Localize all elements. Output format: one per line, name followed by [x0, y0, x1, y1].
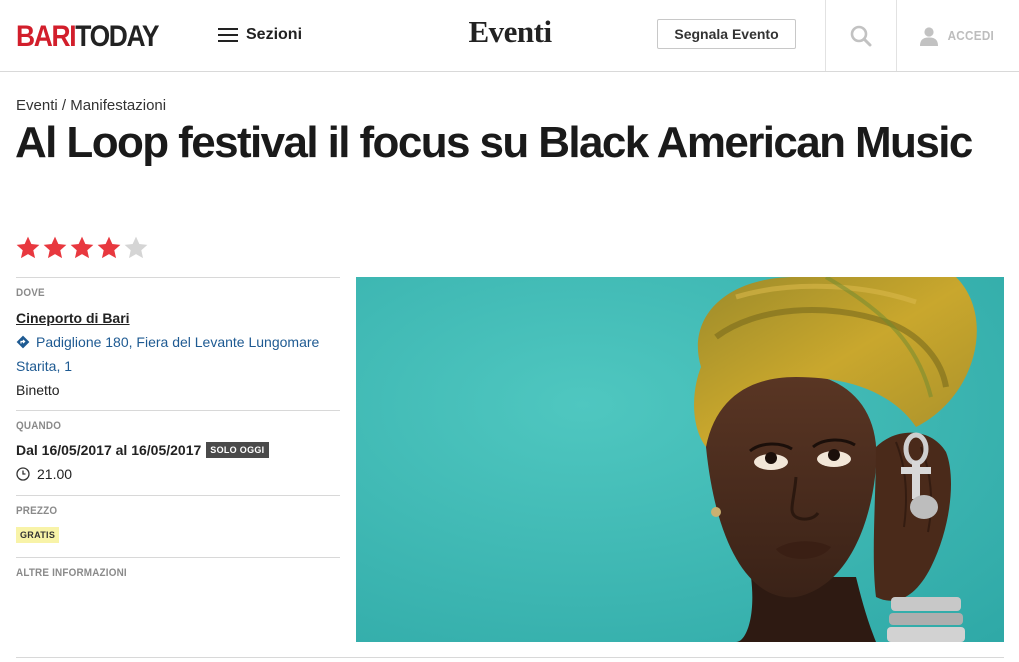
star-filled-icon[interactable]: [69, 235, 95, 261]
sections-menu-label: Sezioni: [246, 26, 303, 43]
more-info-label: ALTRE INFORMAZIONI: [16, 567, 127, 579]
site-header: BARI TODAY Sezioni Eventi Segnala Evento …: [0, 0, 1019, 72]
breadcrumb: Eventi / Manifestazioni: [16, 97, 166, 114]
breadcrumb-events[interactable]: Eventi: [16, 97, 58, 114]
event-info: DOVE Cineporto di Bari Padiglione 180, F…: [16, 277, 340, 597]
hamburger-icon: [218, 28, 238, 42]
event-title: Al Loop festival il focus su Black Ameri…: [15, 118, 973, 167]
price-label: PREZZO: [16, 505, 58, 517]
star-filled-icon[interactable]: [15, 235, 41, 261]
city: Binetto: [16, 382, 60, 398]
where-label: DOVE: [16, 287, 45, 299]
when-label: QUANDO: [16, 420, 62, 432]
star-filled-icon[interactable]: [96, 235, 122, 261]
section-title[interactable]: Eventi: [440, 14, 580, 50]
when-section: QUANDO Dal 16/05/2017 al 16/05/2017 SOLO…: [16, 410, 340, 495]
search-icon: [850, 25, 872, 46]
venue-link[interactable]: Cineporto di Bari: [16, 310, 130, 326]
event-photo-illustration: [356, 277, 1004, 642]
rating-stars[interactable]: [15, 235, 149, 261]
address-text: Padiglione 180, Fiera del Levante Lungom…: [16, 334, 320, 374]
address-link[interactable]: Padiglione 180, Fiera del Levante Lungom…: [16, 330, 340, 378]
event-photo[interactable]: [356, 277, 1004, 642]
time-text: 21.00: [37, 466, 73, 482]
content-divider: [16, 657, 1004, 658]
breadcrumb-category[interactable]: Manifestazioni: [70, 97, 166, 114]
site-logo[interactable]: BARI TODAY: [16, 18, 159, 52]
event-time: 21.00: [16, 466, 340, 482]
directions-icon: [16, 335, 30, 349]
login-label: ACCEDI: [947, 28, 995, 43]
clock-icon: [16, 467, 30, 481]
more-info-section: ALTRE INFORMAZIONI: [16, 557, 340, 597]
sections-menu-button[interactable]: Sezioni: [218, 22, 302, 48]
star-empty-icon[interactable]: [123, 235, 149, 261]
free-badge: GRATIS: [16, 527, 60, 543]
breadcrumb-separator: /: [57, 97, 71, 114]
where-section: DOVE Cineporto di Bari Padiglione 180, F…: [16, 277, 340, 410]
login-button[interactable]: ACCEDI: [897, 0, 1019, 71]
user-icon: [920, 26, 939, 46]
dates-text: Dal 16/05/2017 al 16/05/2017: [16, 442, 202, 458]
report-event-button[interactable]: Segnala Evento: [657, 19, 796, 49]
event-dates: Dal 16/05/2017 al 16/05/2017 SOLO OGGI: [16, 442, 340, 458]
today-only-badge: SOLO OGGI: [206, 442, 269, 458]
search-button[interactable]: [826, 0, 896, 71]
star-filled-icon[interactable]: [42, 235, 68, 261]
price-section: PREZZO GRATIS: [16, 495, 340, 557]
